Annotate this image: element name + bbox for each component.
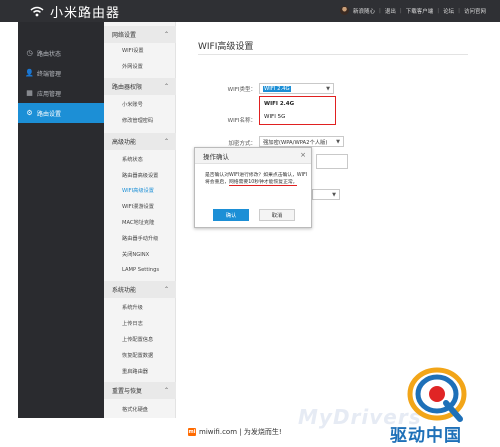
forum-link[interactable]: 论坛 <box>443 7 454 15</box>
encryption-label: 加密方式： <box>228 141 256 147</box>
sidebar-item-router-settings[interactable]: ⚙ 路由设置 <box>18 103 109 123</box>
page-title: WIFI高级设置 <box>198 42 254 52</box>
footer-site[interactable]: miwifi.com <box>199 428 237 436</box>
submenu-item-change-password[interactable]: 修改管理密码 <box>122 117 153 124</box>
wifi-type-dropdown: WIFI 2.4G WIFI 5G <box>259 96 336 125</box>
submenu-item-mi-account[interactable]: 小米账号 <box>122 101 143 108</box>
chevron-up-icon: ⌃ <box>163 138 169 145</box>
submenu-item-reboot-router[interactable]: 重启路由器 <box>122 368 148 375</box>
sidebar-item-label: 路由状态 <box>37 50 62 58</box>
submenu-item-system-status[interactable]: 系统状态 <box>122 156 143 163</box>
sidebar-item-app-management[interactable]: ▦ 应用管理 <box>18 83 104 103</box>
submenu-header-reset[interactable]: 重置与恢复 ⌃ <box>104 382 176 399</box>
settings-submenu: 网络设置 ⌃ WIFI设置 外网设置 路由器权限 ⌃ 小米账号 修改管理密码 高级功… <box>104 22 176 418</box>
encryption-value: 强加密(WPA/WPA2个人版) <box>263 139 328 146</box>
submenu-item-format-disk[interactable]: 格式化硬盘 <box>122 406 148 413</box>
wifi-type-select[interactable]: WIFI 2.4G ▼ <box>259 83 334 94</box>
user-icon: 👤 <box>25 69 34 77</box>
sidebar-item-label: 应用管理 <box>37 90 62 98</box>
submenu-item-upload-log[interactable]: 上传日志 <box>122 320 143 327</box>
official-site-link[interactable]: 访问官网 <box>464 7 486 15</box>
chevron-up-icon: ⌃ <box>163 387 169 394</box>
grid-icon: ▦ <box>26 89 33 97</box>
chevron-up-icon: ⌃ <box>163 31 169 38</box>
submenu-item-restore-config[interactable]: 恢复配置数据 <box>122 352 153 359</box>
app-logo[interactable]: 小米路由器 <box>30 2 120 21</box>
avatar[interactable] <box>339 6 349 15</box>
submenu-header-system[interactable]: 系统功能 ⌃ <box>104 281 176 298</box>
cancel-button[interactable]: 取消 <box>259 209 295 221</box>
sidebar-item-router-status[interactable]: ◷ 路由状态 <box>18 43 104 63</box>
submenu-header-permissions[interactable]: 路由器权限 ⌃ <box>104 78 176 95</box>
mi-logo-icon: mi <box>188 428 196 436</box>
download-client-link[interactable]: 下载客户端 <box>406 7 434 15</box>
submenu-item-router-advanced[interactable]: 路由器高级设置 <box>122 172 158 179</box>
dropdown-option-5g[interactable]: WIFI 5G <box>264 114 285 120</box>
submenu-item-wan-settings[interactable]: 外网设置 <box>122 63 143 70</box>
chevron-up-icon: ⌃ <box>163 286 169 293</box>
channel-select[interactable]: ▼ <box>312 189 340 200</box>
wifi-type-value: WIFI 2.4G <box>263 85 291 92</box>
clock-icon: ◷ <box>26 49 33 57</box>
wifi-logo-icon <box>30 6 44 17</box>
encryption-select[interactable]: 强加密(WPA/WPA2个人版) ▼ <box>259 136 344 147</box>
dialog-title: 操作确认 <box>203 152 229 161</box>
user-name[interactable]: 新浪随心 <box>353 7 375 15</box>
sidebar-item-terminal-management[interactable]: 👤 终端管理 <box>18 63 104 83</box>
logout-link[interactable]: 退出 <box>385 7 396 15</box>
wifi-type-label: WIFI类型： <box>227 87 256 93</box>
wifi-name-label: WIFI名称： <box>227 118 256 124</box>
submenu-item-wifi-settings[interactable]: WIFI设置 <box>122 47 144 54</box>
app-title: 小米路由器 <box>50 6 121 21</box>
sidebar-item-label: 终端管理 <box>37 70 62 78</box>
chevron-down-icon: ▼ <box>332 192 336 198</box>
submenu-item-manual-upgrade[interactable]: 路由器手动升级 <box>122 235 158 242</box>
footer-slogan: miwifi.com | 为发烧而生! <box>199 428 282 436</box>
submenu-item-wifi-roaming[interactable]: WIFI漫游设置 <box>122 203 154 210</box>
top-right-links: 新浪随心 | 退出 | 下载客户端 | 论坛 | 访问官网 <box>339 6 486 15</box>
footer-slogan-text: 为发烧而生! <box>243 428 282 436</box>
submenu-item-lamp-settings[interactable]: LAMP Settings <box>122 267 159 273</box>
confirm-dialog: 操作确认 × 是否确认对WIFI进行修改？如果点击确认，WIFI将会重启，网络需… <box>194 147 312 228</box>
dropdown-option-2-4g[interactable]: WIFI 2.4G <box>264 101 294 107</box>
page: 小米路由器 新浪随心 | 退出 | 下载客户端 | 论坛 | 访问官网 ◷ 路由… <box>0 0 500 447</box>
submenu-item-close-nginx[interactable]: 关闭NGINX <box>122 251 149 258</box>
dialog-message: 是否确认对WIFI进行修改？如果点击确认，WIFI将会重启，网络需要10秒钟才能… <box>205 173 308 187</box>
chevron-up-icon: ⌃ <box>163 83 169 90</box>
sidebar-item-label: 路由设置 <box>37 110 62 118</box>
submenu-header-network[interactable]: 网络设置 ⌃ <box>104 26 176 43</box>
dialog-header: 操作确认 × <box>195 148 311 164</box>
confirm-button[interactable]: 确认 <box>213 209 249 221</box>
password-field[interactable] <box>316 154 348 169</box>
submenu-item-upload-config[interactable]: 上传配置信息 <box>122 336 153 343</box>
submenu-item-system-upgrade[interactable]: 系统升级 <box>122 304 143 311</box>
dialog-message-underlined: 网络需要10秒钟才能恢复正常。 <box>229 180 298 187</box>
submenu-header-advanced[interactable]: 高级功能 ⌃ <box>104 133 176 150</box>
top-bar: 小米路由器 新浪随心 | 退出 | 下载客户端 | 论坛 | 访问官网 <box>0 0 500 22</box>
gear-icon: ⚙ <box>26 109 33 117</box>
title-divider <box>198 54 468 55</box>
submenu-item-wifi-advanced[interactable]: WIFI高级设置 <box>122 187 154 194</box>
chevron-down-icon: ▼ <box>326 86 330 92</box>
submenu-item-mac-clone[interactable]: MAC地址克隆 <box>122 219 154 226</box>
watermark-brand: 驱动中国 <box>390 426 462 446</box>
close-icon[interactable]: × <box>300 151 306 159</box>
chevron-down-icon: ▼ <box>336 139 340 145</box>
sidebar: ◷ 路由状态 👤 终端管理 ▦ 应用管理 ⚙ 路由设置 <box>18 22 109 418</box>
watermark-logo-icon <box>407 367 467 422</box>
